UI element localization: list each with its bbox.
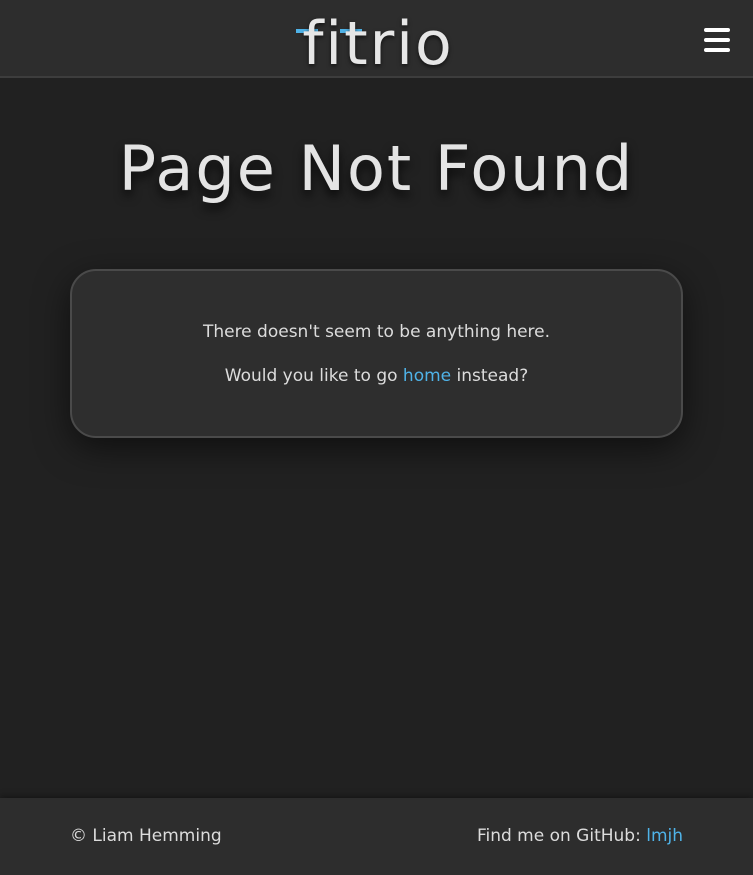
main-content: Page Not Found There doesn't seem to be … [0, 80, 753, 798]
message-prefix: Would you like to go [224, 366, 403, 386]
github-link[interactable]: lmjh [646, 826, 683, 846]
copyright-text: © Liam Hemming [70, 826, 222, 846]
menu-button[interactable] [702, 25, 732, 55]
message-suffix: instead? [451, 366, 529, 386]
hamburger-menu-icon [704, 38, 730, 42]
home-link[interactable]: home [403, 366, 451, 386]
message-line-2: Would you like to go home instead? [72, 366, 681, 386]
github-prefix: Find me on GitHub: [476, 826, 647, 846]
github-credit: Find me on GitHub: lmjh [477, 826, 683, 846]
site-header: fitrio [0, 0, 753, 78]
hamburger-menu-icon [704, 48, 730, 52]
not-found-card: There doesn't seem to be anything here. … [70, 269, 683, 438]
fitrio-logo[interactable]: fitrio [293, 8, 463, 70]
message-line-1: There doesn't seem to be anything here. [202, 322, 551, 342]
hamburger-menu-icon [704, 28, 730, 32]
logo-text: fitrio [302, 9, 453, 70]
page-title: Page Not Found [118, 132, 635, 205]
site-footer: © Liam Hemming Find me on GitHub: lmjh [0, 798, 753, 875]
